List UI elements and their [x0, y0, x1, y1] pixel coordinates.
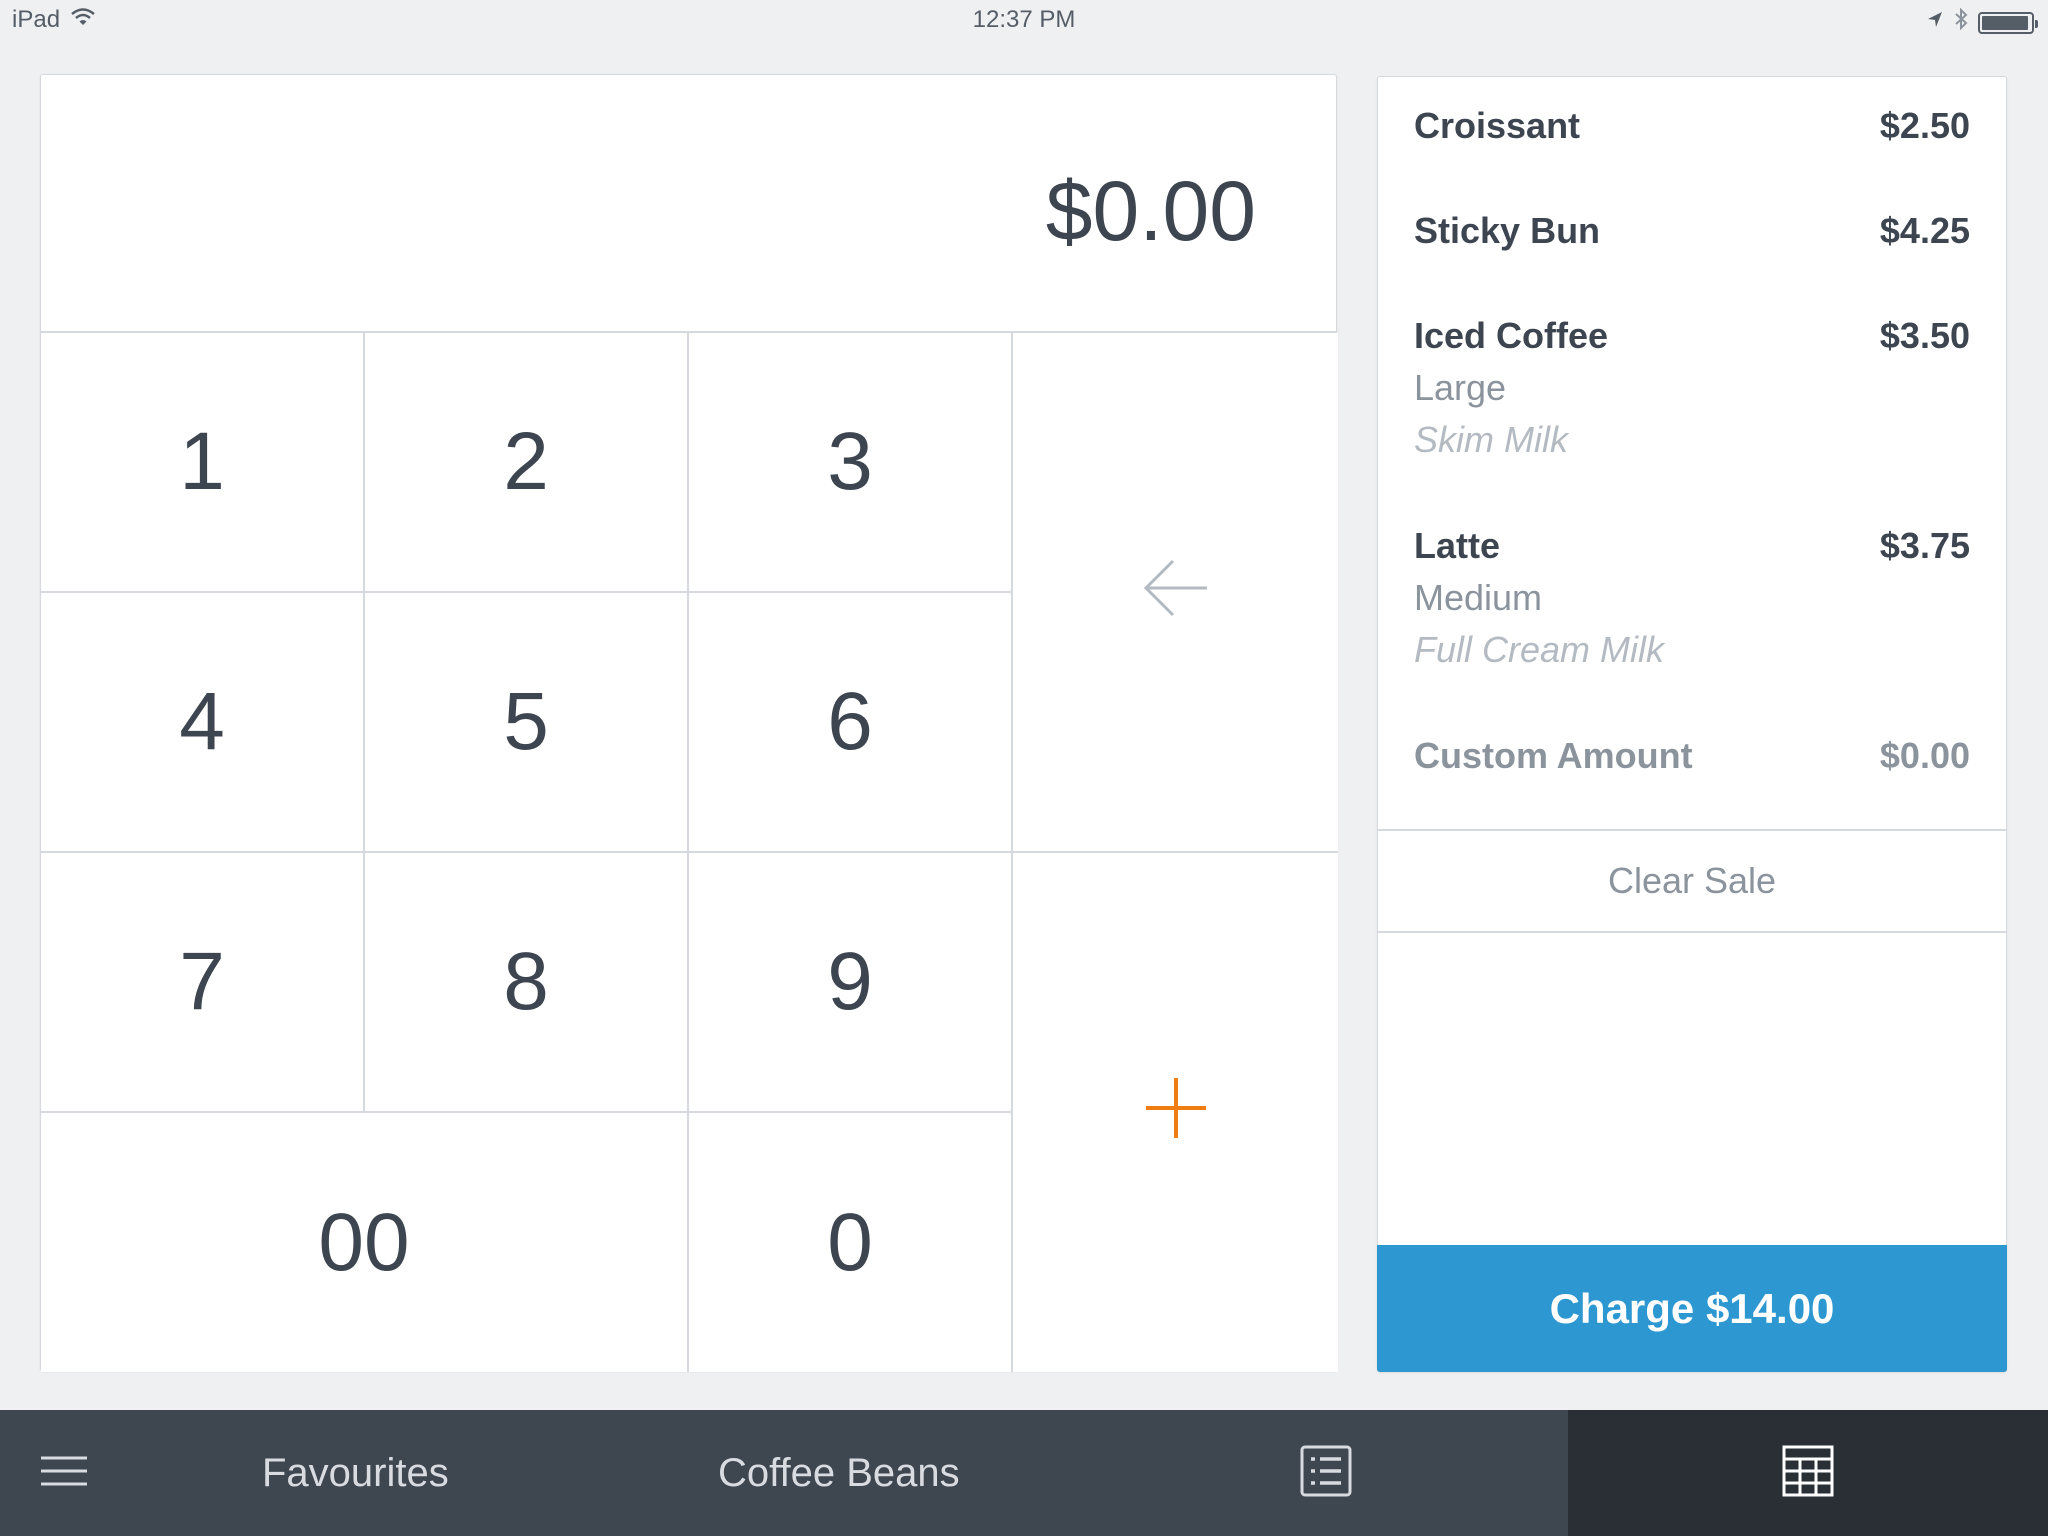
clock: 12:37 PM — [972, 6, 1076, 33]
tab-favourites[interactable]: Favourites — [262, 1410, 449, 1536]
key-00[interactable]: 00 — [41, 1113, 689, 1372]
plus-icon — [1144, 1066, 1208, 1160]
item-name: Iced Coffee — [1414, 315, 1609, 356]
line-item[interactable]: Croissant $2.50 — [1414, 105, 1970, 165]
line-item-custom-amount[interactable]: Custom Amount $0.00 — [1414, 735, 1970, 795]
tab-bar: Favourites Coffee Beans — [0, 1410, 2048, 1536]
clear-sale-button[interactable]: Clear Sale — [1378, 829, 2006, 933]
status-bar: iPad 12:37 PM — [0, 0, 2048, 40]
tab-coffee-beans[interactable]: Coffee Beans — [718, 1410, 960, 1536]
item-list-icon — [1300, 1445, 1352, 1502]
keypad-panel: $0.00 1 2 3 4 5 6 7 8 9 00 0 — [40, 74, 1338, 1372]
charge-button[interactable]: Charge $14.00 — [1377, 1245, 2007, 1372]
key-2[interactable]: 2 — [365, 333, 689, 593]
amount-display: $0.00 — [41, 75, 1336, 333]
item-modifier: Medium — [1414, 577, 1543, 618]
item-name: Custom Amount — [1414, 735, 1693, 776]
item-price: $4.25 — [1879, 210, 1970, 251]
item-price: $3.75 — [1879, 525, 1970, 566]
battery-level — [1982, 15, 2028, 30]
sale-ticket: Croissant $2.50 Sticky Bun $4.25 Iced Co… — [1377, 76, 2007, 1372]
key-5[interactable]: 5 — [365, 593, 689, 853]
item-name: Croissant — [1414, 105, 1581, 146]
menu-button[interactable] — [20, 1410, 108, 1536]
battery-icon — [1978, 11, 2038, 34]
key-4[interactable]: 4 — [41, 593, 365, 853]
amount-value: $0.00 — [1045, 164, 1256, 258]
line-item[interactable]: Iced Coffee $3.50 Large Skim Milk — [1414, 315, 1970, 465]
item-price: $3.50 — [1879, 315, 1970, 356]
tab-library[interactable] — [1280, 1410, 1372, 1536]
bluetooth-icon — [1954, 7, 1968, 37]
item-name: Sticky Bun — [1414, 210, 1601, 251]
key-3[interactable]: 3 — [689, 333, 1013, 593]
keypad-grid-icon — [1782, 1445, 1834, 1502]
line-item[interactable]: Latte $3.75 Medium Full Cream Milk — [1414, 525, 1970, 675]
add-item-key[interactable] — [1013, 853, 1338, 1372]
key-0[interactable]: 0 — [689, 1113, 1013, 1372]
key-6[interactable]: 6 — [689, 593, 1013, 853]
key-9[interactable]: 9 — [689, 853, 1013, 1113]
item-price: $0.00 — [1879, 735, 1970, 776]
key-7[interactable]: 7 — [41, 853, 365, 1113]
item-name: Latte — [1414, 525, 1501, 566]
key-8[interactable]: 8 — [365, 853, 689, 1113]
hamburger-menu-icon — [40, 1455, 88, 1492]
backspace-key[interactable] — [1013, 333, 1338, 853]
item-price: $2.50 — [1879, 105, 1970, 146]
item-modifier: Full Cream Milk — [1414, 629, 1665, 670]
key-1[interactable]: 1 — [41, 333, 365, 593]
tab-keypad[interactable] — [1764, 1410, 1852, 1536]
line-item[interactable]: Sticky Bun $4.25 — [1414, 210, 1970, 270]
location-icon — [1926, 9, 1944, 37]
left-arrow-icon — [1141, 545, 1211, 639]
item-modifier: Skim Milk — [1414, 419, 1568, 460]
item-modifier: Large — [1414, 367, 1507, 408]
